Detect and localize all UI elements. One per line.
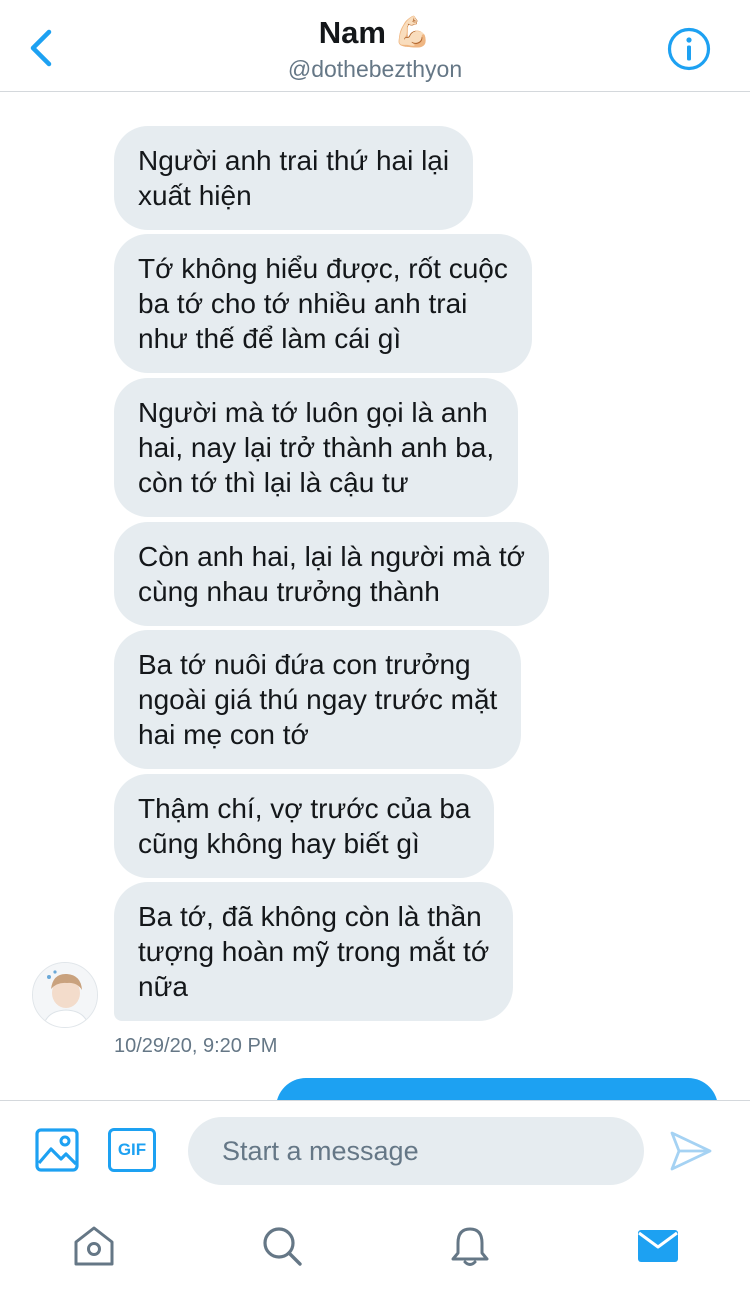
search-icon[interactable]	[260, 1224, 304, 1268]
message-bubble[interactable]: Ba tớ, đã không còn là thần tượng hoàn m…	[114, 882, 514, 1021]
home-icon[interactable]	[72, 1224, 116, 1268]
mail-icon[interactable]	[636, 1224, 680, 1268]
image-icon[interactable]	[34, 1127, 80, 1173]
message-bubble[interactable]: Ba tớ nuôi đứa con trưởng ngoài giá thú …	[114, 630, 522, 769]
message-bubble[interactable]: Còn anh hai, lại là người mà tớ cùng nha…	[114, 522, 549, 626]
sent-message-bubble[interactable]	[276, 1078, 718, 1100]
message-thread[interactable]: Người anh trai thứ hai lại xuất hiện Tớ …	[0, 92, 750, 1100]
bell-icon[interactable]	[448, 1224, 492, 1268]
conversation-title: Nam 💪🏻	[319, 14, 432, 52]
info-icon[interactable]	[666, 26, 712, 72]
conversation-header: Nam 💪🏻 @dothebezthyon	[0, 0, 750, 92]
message-bubble[interactable]: Tớ không hiểu được, rốt cuộc ba tớ cho t…	[114, 234, 532, 373]
send-icon[interactable]	[668, 1129, 714, 1173]
conversation-title-block[interactable]: Nam 💪🏻 @dothebezthyon	[0, 14, 750, 84]
message-timestamp: 10/29/20, 9:20 PM	[114, 1035, 278, 1057]
message-bubble[interactable]: Người anh trai thứ hai lại xuất hiện	[114, 126, 474, 230]
avatar[interactable]	[32, 962, 98, 1028]
flexed-biceps-emoji: 💪🏻	[393, 16, 432, 49]
message-bubble[interactable]: Thậm chí, vợ trước của ba cũng không hay…	[114, 774, 495, 878]
contact-handle: @dothebezthyon	[287, 56, 463, 82]
gif-button[interactable]: GIF	[108, 1128, 156, 1172]
avatar-image	[33, 963, 97, 1027]
contact-name: Nam	[318, 15, 386, 50]
message-bubble[interactable]: Người mà tớ luôn gọi là anh hai, nay lại…	[114, 378, 519, 517]
message-composer: GIF	[0, 1100, 750, 1200]
message-input[interactable]	[188, 1117, 644, 1185]
bottom-tab-bar	[0, 1200, 750, 1298]
